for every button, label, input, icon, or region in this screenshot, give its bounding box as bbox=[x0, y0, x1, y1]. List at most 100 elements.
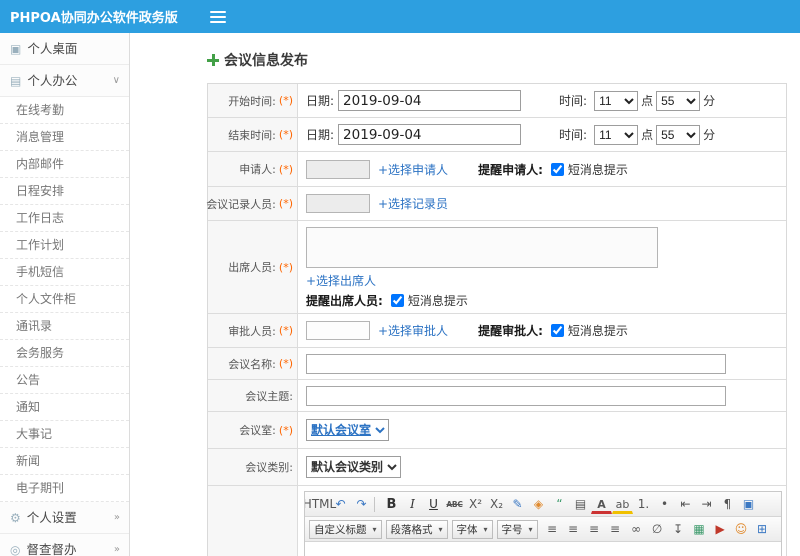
align-right-icon[interactable]: ≡ bbox=[584, 519, 605, 539]
select-recorder-link[interactable]: +选择记录员 bbox=[378, 195, 448, 212]
form-row-approver: 审批人员: (*) +选择审批人 提醒审批人: 短消息提示 bbox=[208, 314, 786, 348]
form-row-recorder: 会议记录人员: (*) +选择记录员 bbox=[206, 187, 786, 221]
superscript-icon[interactable]: X² bbox=[465, 494, 486, 514]
start-hour-select[interactable]: 11 bbox=[594, 90, 639, 111]
minute-unit: 分 bbox=[703, 94, 716, 108]
italic-icon[interactable]: I bbox=[402, 494, 423, 514]
sidebar-item[interactable]: 内部邮件 bbox=[0, 151, 129, 178]
sidebar-item[interactable]: 工作日志 bbox=[0, 205, 129, 232]
sidebar-item[interactable]: 新闻 bbox=[0, 448, 129, 475]
end-hour-select[interactable]: 11 bbox=[594, 124, 639, 145]
monitor-icon: ◎ bbox=[10, 543, 21, 556]
ordered-list-icon[interactable]: 1. bbox=[633, 494, 654, 514]
meeting-category-select[interactable]: 默认会议类别 bbox=[306, 456, 401, 478]
required-marker: (*) bbox=[278, 197, 293, 210]
sidebar-item-desktop[interactable]: ▣ 个人桌面 bbox=[0, 33, 129, 65]
insert-media-icon[interactable]: ▶ bbox=[710, 519, 731, 539]
required-marker: (*) bbox=[278, 260, 293, 274]
select-attendees-link[interactable]: +选择出席人 bbox=[306, 272, 376, 289]
meeting-form: 开始时间:(*) 日期: 时间: 11 点 55 分 结束时间:(*) 日期: … bbox=[206, 83, 787, 556]
sidebar-item[interactable]: 日程安排 bbox=[0, 178, 129, 205]
font-color-icon[interactable]: A bbox=[591, 497, 612, 514]
fullscreen-icon[interactable]: ▣ bbox=[738, 494, 759, 514]
select-approver-link[interactable]: +选择审批人 bbox=[378, 322, 448, 339]
attendees-textarea[interactable] bbox=[306, 227, 658, 268]
indent-icon[interactable]: ⇥ bbox=[696, 494, 717, 514]
sidebar-item[interactable]: 通知 bbox=[0, 394, 129, 421]
time-label: 时间: bbox=[559, 94, 588, 108]
double-arrow-icon: » bbox=[113, 544, 120, 555]
redo-icon[interactable]: ↷ bbox=[351, 494, 372, 514]
sidebar-item[interactable]: 消息管理 bbox=[0, 124, 129, 151]
hamburger-menu-icon[interactable] bbox=[209, 10, 226, 23]
sidebar-item-label: 个人桌面 bbox=[27, 41, 78, 56]
align-justify-icon[interactable]: ≡ bbox=[605, 519, 626, 539]
start-date-input[interactable] bbox=[338, 90, 522, 111]
highlight-color-icon[interactable]: ab bbox=[612, 497, 633, 514]
underline-icon[interactable]: U bbox=[423, 494, 444, 514]
required-marker: (*) bbox=[278, 128, 293, 141]
undo-icon[interactable]: ↶ bbox=[330, 494, 351, 514]
meeting-room-select[interactable]: 默认会议室 bbox=[306, 419, 389, 441]
emoticon-icon[interactable]: ☺ bbox=[731, 519, 752, 539]
editor-dropdown[interactable]: 段落格式 ▾ bbox=[385, 519, 448, 539]
bold-icon[interactable]: B bbox=[381, 494, 402, 514]
applicant-input[interactable] bbox=[306, 159, 370, 179]
editor-dropdown[interactable]: 自定义标题 ▾ bbox=[309, 519, 382, 539]
sidebar-item-office[interactable]: ▤ 个人办公 ∨ bbox=[0, 65, 129, 97]
page-title: 会议信息发布 bbox=[207, 50, 800, 70]
sidebar-item[interactable]: 会务服务 bbox=[0, 340, 129, 367]
field-label: 申请人: bbox=[239, 163, 276, 176]
subscript-icon[interactable]: X₂ bbox=[486, 494, 507, 514]
anchor-icon[interactable]: ↧ bbox=[668, 519, 689, 539]
sidebar-item[interactable]: 个人文件柜 bbox=[0, 286, 129, 313]
remove-format-icon[interactable]: ◈ bbox=[528, 494, 549, 514]
approver-input[interactable] bbox=[306, 321, 370, 340]
paragraph-icon[interactable]: ¶ bbox=[717, 494, 738, 514]
sidebar-item[interactable]: 在线考勤 bbox=[0, 97, 129, 124]
select-applicant-link[interactable]: +选择申请人 bbox=[378, 161, 448, 178]
meeting-topic-input[interactable] bbox=[306, 385, 726, 406]
unlink-icon[interactable]: ∅ bbox=[647, 519, 668, 539]
outdent-icon[interactable]: ⇤ bbox=[675, 494, 696, 514]
approver-sms-checkbox[interactable] bbox=[550, 324, 564, 337]
editor-content-area[interactable] bbox=[305, 542, 781, 556]
field-label: 结束时间: bbox=[228, 128, 276, 142]
sidebar-item[interactable]: 工作计划 bbox=[0, 232, 129, 259]
unordered-list-icon[interactable]: • bbox=[654, 494, 675, 514]
form-row-start-time: 开始时间:(*) 日期: 时间: 11 点 55 分 bbox=[208, 84, 786, 118]
align-center-icon[interactable]: ≡ bbox=[563, 519, 584, 539]
topbar: PHPOA协同办公软件政务版 bbox=[0, 0, 800, 33]
meeting-name-input[interactable] bbox=[306, 353, 726, 374]
sidebar-item-settings[interactable]: ⚙ 个人设置 » bbox=[0, 502, 129, 534]
html-source-button[interactable]: HTML bbox=[305, 494, 336, 514]
align-left-icon[interactable]: ≡ bbox=[542, 519, 563, 539]
insert-image-icon[interactable]: ▦ bbox=[689, 519, 710, 539]
format-painter-icon[interactable]: ✎ bbox=[507, 494, 528, 514]
attendees-sms-checkbox[interactable] bbox=[390, 294, 404, 307]
sidebar-item[interactable]: 大事记 bbox=[0, 421, 129, 448]
add-icon bbox=[207, 54, 219, 66]
editor-dropdown[interactable]: 字体 ▾ bbox=[451, 519, 493, 539]
field-label: 会议室: bbox=[239, 424, 276, 437]
start-minute-select[interactable]: 55 bbox=[656, 90, 701, 111]
strikethrough-icon[interactable]: ABC bbox=[444, 494, 465, 514]
applicant-sms-checkbox[interactable] bbox=[550, 162, 564, 176]
sidebar-item[interactable]: 公告 bbox=[0, 367, 129, 394]
code-block-icon[interactable]: ▤ bbox=[570, 494, 591, 514]
insert-table-icon[interactable]: ⊞ bbox=[752, 519, 773, 539]
chevron-down-icon: ▾ bbox=[483, 524, 488, 534]
end-date-input[interactable] bbox=[338, 124, 522, 145]
field-label: 会议名称: bbox=[228, 357, 276, 371]
sidebar-item[interactable]: 通讯录 bbox=[0, 313, 129, 340]
sidebar-item[interactable]: 电子期刊 bbox=[0, 475, 129, 502]
sidebar-item-supervise[interactable]: ◎ 督查督办 » bbox=[0, 534, 129, 556]
link-icon[interactable]: ∞ bbox=[626, 519, 647, 539]
sidebar-item[interactable]: 手机短信 bbox=[0, 259, 129, 286]
editor-dropdown[interactable]: 字号 ▾ bbox=[496, 519, 538, 539]
toolbar-separator[interactable] bbox=[374, 496, 379, 512]
blockquote-icon[interactable]: “ bbox=[549, 494, 570, 514]
recorder-input[interactable] bbox=[306, 194, 370, 213]
end-minute-select[interactable]: 55 bbox=[656, 124, 701, 145]
desktop-icon: ▣ bbox=[10, 42, 22, 56]
